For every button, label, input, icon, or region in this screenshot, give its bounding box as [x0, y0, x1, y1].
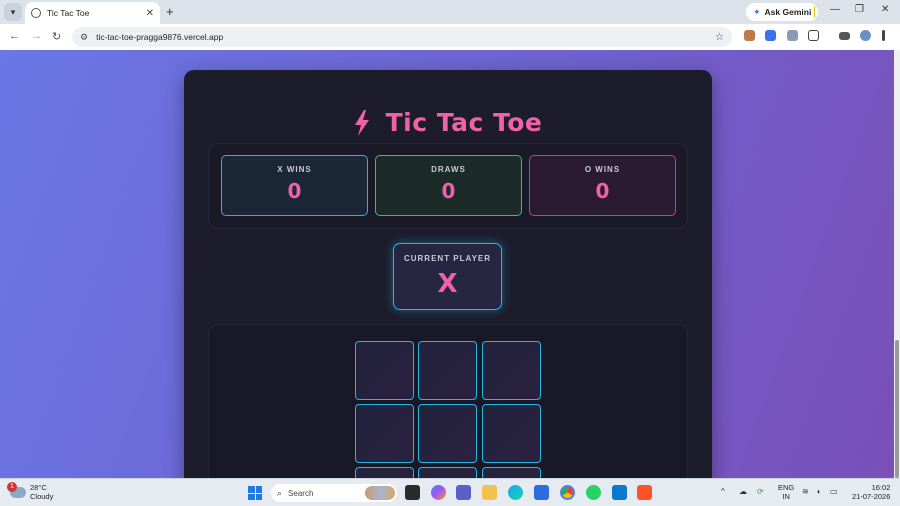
whatsapp-icon[interactable] [586, 485, 601, 500]
ask-gemini-button[interactable]: ✦ Ask Gemini [746, 3, 819, 21]
battery-icon[interactable]: ▭ [830, 487, 838, 496]
minimize-button[interactable]: — [830, 4, 840, 15]
draws-label: DRAWS [431, 165, 466, 174]
divider [814, 6, 815, 18]
reload-icon[interactable]: ↻ [52, 30, 61, 43]
temperature: 28°C [30, 483, 47, 492]
page-viewport: Tic Tac Toe X WINS 0 DRAWS 0 O WINS 0 CU… [0, 50, 894, 478]
sparkle-icon: ✦ [753, 6, 761, 17]
new-tab-button[interactable]: + [166, 4, 174, 19]
teams-icon[interactable] [456, 485, 471, 500]
search-icon: ⌕ [277, 487, 283, 498]
game-board [208, 324, 688, 478]
extension-icon[interactable] [744, 30, 755, 41]
windows-start-icon[interactable] [248, 486, 262, 500]
region-code: IN [782, 492, 790, 501]
page-scrollbar[interactable] [894, 50, 900, 478]
o-wins-value: 0 [595, 179, 610, 203]
x-wins-value: 0 [287, 179, 302, 203]
search-highlight-image [365, 486, 395, 500]
onedrive-icon[interactable]: ☁ [739, 487, 747, 496]
board-cell-6[interactable] [355, 467, 414, 478]
site-info-icon[interactable]: ⚙ [80, 32, 88, 43]
url-text: tic-tac-toe-pragga9876.vercel.app [96, 32, 224, 42]
tab-search-button[interactable]: ▾ [4, 3, 22, 21]
globe-icon [31, 8, 41, 18]
notification-badge: 1 [7, 481, 17, 492]
bookmark-star-icon[interactable]: ☆ [715, 32, 724, 43]
scrollbar-thumb[interactable] [895, 340, 899, 478]
vscode-icon[interactable] [612, 485, 627, 500]
language-code: ENG [778, 483, 795, 492]
board-cell-5[interactable] [482, 404, 541, 463]
volume-icon[interactable]: ◖ [816, 487, 821, 496]
board-cell-8[interactable] [482, 467, 541, 478]
board-cell-4[interactable] [418, 404, 477, 463]
ask-gemini-label: Ask Gemini [764, 7, 812, 17]
draws-value: 0 [441, 179, 456, 203]
menu-dots-icon[interactable] [882, 30, 885, 41]
clock-date: 21-07-2026 [852, 492, 891, 501]
draws-card: DRAWS 0 [375, 155, 522, 216]
file-explorer-icon[interactable] [482, 485, 497, 500]
board-cell-3[interactable] [355, 404, 414, 463]
extension-icon[interactable] [765, 30, 776, 41]
system-clock[interactable]: 16:02 21-07-2026 [852, 483, 890, 501]
board-cell-2[interactable] [482, 341, 541, 400]
chrome-icon[interactable] [560, 485, 575, 500]
current-player-value: X [437, 269, 458, 299]
board-cell-0[interactable] [355, 341, 414, 400]
page-title: Tic Tac Toe [385, 108, 543, 137]
tab-title: Tic Tac Toe [47, 8, 90, 18]
x-wins-card: X WINS 0 [221, 155, 368, 216]
weather-widget[interactable]: 1 28°C Cloudy [7, 481, 53, 501]
taskbar: 1 28°C Cloudy ⌕ Search ^ ☁ ⟳ ENG IN ≋ ◖ … [0, 478, 900, 506]
shield-icon[interactable] [787, 30, 798, 41]
back-icon[interactable]: ← [9, 30, 20, 42]
language-indicator[interactable]: ENG IN [778, 483, 794, 501]
profile-avatar[interactable] [860, 30, 871, 41]
chevron-up-icon[interactable]: ^ [721, 487, 725, 496]
sync-icon[interactable]: ⟳ [757, 487, 764, 496]
brave-icon[interactable] [637, 485, 652, 500]
o-wins-card: O WINS 0 [529, 155, 676, 216]
close-window-button[interactable]: ✕ [881, 4, 889, 15]
forward-icon[interactable]: → [31, 30, 42, 42]
edge-icon[interactable] [508, 485, 523, 500]
cloud-icon: 1 [7, 481, 26, 498]
lightning-icon [354, 109, 369, 136]
current-player-label: CURRENT PLAYER [403, 254, 492, 263]
board-cell-7[interactable] [418, 467, 477, 478]
address-bar[interactable]: ⚙ tic-tac-toe-pragga9876.vercel.app ☆ [72, 27, 732, 47]
tab-close-icon[interactable]: ✕ [146, 8, 154, 19]
scoreboard: X WINS 0 DRAWS 0 O WINS 0 [208, 143, 688, 229]
current-player-card: CURRENT PLAYER X [393, 243, 502, 310]
x-wins-label: X WINS [277, 165, 312, 174]
browser-tabstrip: ▾ Tic Tac Toe ✕ + ✦ Ask Gemini — ❐ ✕ [0, 0, 900, 24]
search-placeholder: Search [288, 488, 314, 498]
store-icon[interactable] [534, 485, 549, 500]
chevron-down-icon: ▾ [10, 6, 16, 17]
puzzle-icon[interactable] [808, 30, 819, 41]
restore-button[interactable]: ❐ [855, 4, 864, 15]
wifi-icon[interactable]: ≋ [802, 487, 809, 496]
task-view-icon[interactable] [405, 485, 420, 500]
o-wins-label: O WINS [584, 165, 621, 174]
media-control-icon[interactable] [839, 32, 850, 40]
weather-condition: Cloudy [30, 492, 54, 501]
board-cell-1[interactable] [418, 341, 477, 400]
taskbar-search[interactable]: ⌕ Search [271, 484, 397, 502]
browser-tab[interactable]: Tic Tac Toe ✕ [25, 2, 160, 24]
clock-time: 16:02 [871, 483, 891, 492]
game-card: Tic Tac Toe X WINS 0 DRAWS 0 O WINS 0 CU… [184, 70, 712, 478]
copilot-icon[interactable] [431, 485, 446, 500]
weather-text: 28°C Cloudy [30, 483, 53, 501]
title-row: Tic Tac Toe [184, 108, 712, 137]
